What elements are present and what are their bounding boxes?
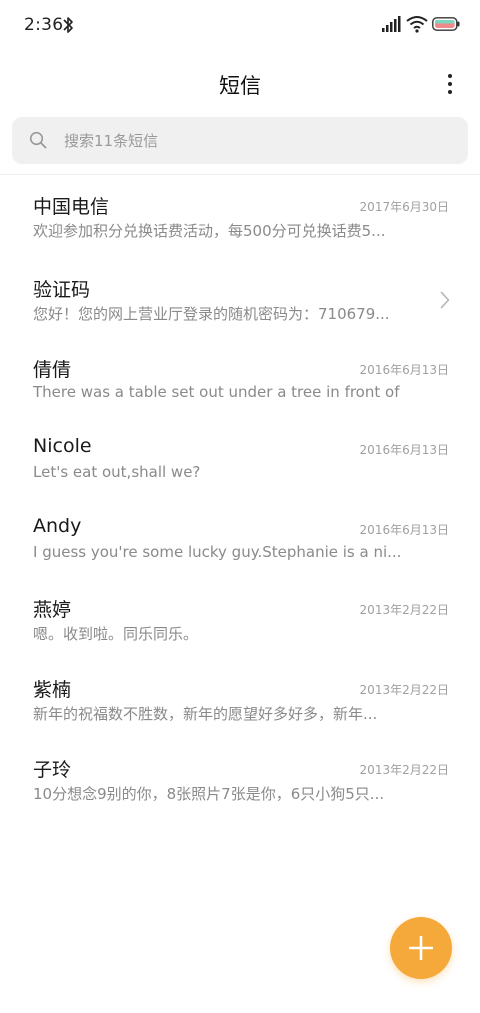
message-date: 2013年2月22日 (359, 763, 449, 777)
list-item[interactable]: Andy 2016年6月13日 I guess you're some luck… (0, 498, 480, 578)
contact-name: 倩倩 (33, 359, 72, 381)
wifi-icon (406, 16, 428, 33)
list-item[interactable]: 子玲 2013年2月22日 10分想念9别的你，8张照片7张是你，6只小狗5只.… (0, 738, 480, 818)
list-item[interactable]: 倩倩 2016年6月13日 There was a table set out … (0, 338, 480, 418)
message-preview: 您好！您的网上营业厅登录的随机密码为：710679... (33, 305, 390, 323)
message-list: 中国电信 2017年6月30日 欢迎参加积分兑换话费活动，每500分可兑换话费5… (0, 175, 480, 818)
contact-name: 紫楠 (33, 679, 72, 701)
message-date: 2017年6月30日 (359, 200, 449, 214)
contact-name: 中国电信 (33, 196, 110, 218)
contact-name: 燕婷 (33, 599, 72, 621)
message-preview: I guess you're some lucky guy.Stephanie … (33, 543, 402, 561)
contact-name: Andy (33, 515, 82, 537)
more-vertical-icon[interactable] (442, 70, 458, 98)
message-date: 2016年6月13日 (359, 443, 449, 457)
new-message-button[interactable] (390, 917, 452, 979)
plus-icon (409, 936, 433, 960)
contact-name: Nicole (33, 435, 92, 457)
message-date: 2016年6月13日 (359, 523, 449, 537)
list-item[interactable]: 中国电信 2017年6月30日 欢迎参加积分兑换话费活动，每500分可兑换话费5… (0, 175, 480, 258)
status-time: 2:36 (24, 15, 64, 35)
list-item[interactable]: 紫楠 2013年2月22日 新年的祝福数不胜数，新年的愿望好多好多，新年... (0, 658, 480, 738)
message-preview: 嗯。收到啦。同乐同乐。 (33, 625, 199, 643)
message-preview: 欢迎参加积分兑换话费活动，每500分可兑换话费5... (33, 222, 386, 240)
message-date: 2013年2月22日 (359, 603, 449, 617)
message-preview: There was a table set out under a tree i… (33, 383, 405, 401)
search-bar[interactable] (12, 117, 468, 164)
status-bar: 2:36 (0, 0, 480, 52)
bluetooth-icon (63, 17, 73, 33)
search-icon (29, 131, 47, 149)
list-item[interactable]: Nicole 2016年6月13日 Let's eat out,shall we… (0, 418, 480, 498)
message-preview: 新年的祝福数不胜数，新年的愿望好多好多，新年... (33, 705, 378, 723)
list-item[interactable]: 燕婷 2013年2月22日 嗯。收到啦。同乐同乐。 (0, 578, 480, 658)
contact-name: 子玲 (33, 759, 72, 781)
signal-icon (382, 16, 401, 32)
message-date: 2016年6月13日 (359, 363, 449, 377)
page-title: 短信 (219, 74, 261, 98)
message-date: 2013年2月22日 (359, 683, 449, 697)
message-preview: Let's eat out,shall we? (33, 463, 201, 481)
contact-name: 验证码 (33, 279, 91, 301)
list-item[interactable]: 验证码 您好！您的网上营业厅登录的随机密码为：710679... (0, 258, 480, 338)
message-preview: 10分想念9别的你，8张照片7张是你，6只小狗5只... (33, 785, 385, 803)
app-header: 短信 (0, 52, 480, 116)
chevron-right-icon (440, 291, 450, 309)
search-input[interactable] (64, 117, 454, 164)
battery-icon (432, 17, 460, 31)
